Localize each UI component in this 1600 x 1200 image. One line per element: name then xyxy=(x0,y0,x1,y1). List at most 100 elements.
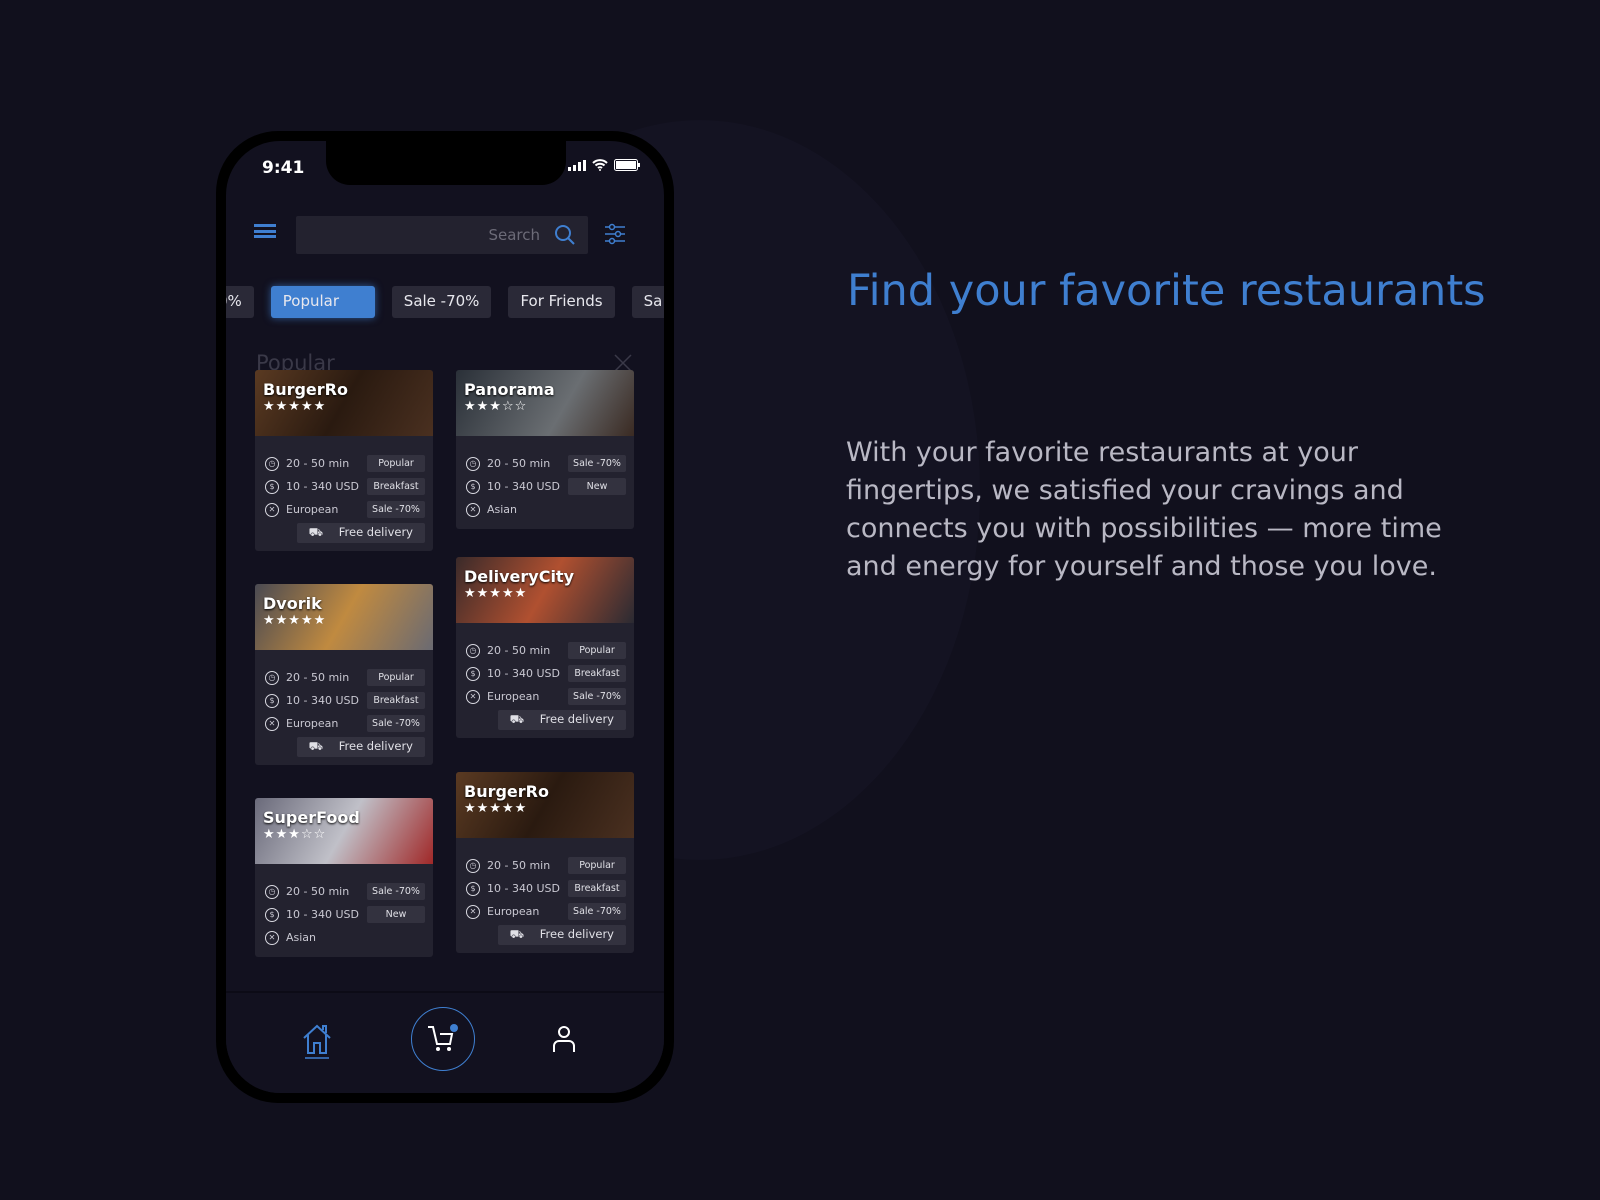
restaurant-name: BurgerRo xyxy=(263,380,348,399)
chip-sale[interactable]: Sale -70% xyxy=(391,286,492,318)
cuisine-text: European xyxy=(487,905,540,918)
tag-badge: Sale -70% xyxy=(568,903,626,920)
signal-icon xyxy=(568,159,586,171)
chip-partial[interactable]: 0% xyxy=(226,286,254,318)
search-input[interactable]: Search xyxy=(296,216,588,254)
info-price: $10 - 340 USD Breakfast xyxy=(265,689,425,712)
hero-title: Find your favorite restaurants xyxy=(847,266,1486,316)
cuisine-text: Asian xyxy=(487,503,518,516)
cuisine-text: European xyxy=(487,690,540,703)
time-text: 20 - 50 min xyxy=(487,859,551,872)
search-icon[interactable] xyxy=(554,224,576,246)
clock-icon: ◷ xyxy=(466,643,480,658)
time-text: 20 - 50 min xyxy=(487,457,551,470)
restaurant-card[interactable]: Panorama ★★★☆☆ ◷ 20 - 50 min Sale -70% $10 - … xyxy=(456,370,634,529)
notch xyxy=(326,141,566,185)
restaurant-card[interactable]: DeliveryCity ★★★★★ ◷ 20 - 50 min Popular $10 … xyxy=(456,557,634,738)
info-time: ◷ 20 - 50 min Popular xyxy=(265,452,425,475)
tag-badge: Breakfast xyxy=(367,478,425,495)
cart-button[interactable] xyxy=(411,1007,475,1071)
menu-icon[interactable] xyxy=(254,224,276,238)
restaurant-name: SuperFood xyxy=(263,808,360,827)
cuisine-text: Asian xyxy=(286,931,317,944)
price-text: 10 - 340 USD xyxy=(286,908,359,921)
chip-partial-right[interactable]: Sa xyxy=(631,286,664,318)
restaurant-card[interactable]: BurgerRo ★★★★★ ◷ 20 - 50 min Popular $10 - 34… xyxy=(456,772,634,953)
hero-description: With your favorite restaurants at your f… xyxy=(846,437,1442,582)
tag-badge: Popular xyxy=(568,857,626,874)
restaurant-image: BurgerRo ★★★★★ xyxy=(456,772,634,838)
info-price: $10 - 340 USD New xyxy=(466,475,626,498)
tag-badge: New xyxy=(367,906,425,923)
cuisine-icon: ✕ xyxy=(265,716,279,731)
restaurant-name: Panorama xyxy=(464,380,555,399)
price-text: 10 - 340 USD xyxy=(286,694,359,707)
price-text: 10 - 340 USD xyxy=(487,882,560,895)
wifi-icon xyxy=(592,159,608,171)
dollar-icon: $ xyxy=(265,479,279,494)
free-delivery-badge: ⛟ Free delivery xyxy=(265,737,425,757)
restaurant-card[interactable]: SuperFood ★★★☆☆ ◷ 20 - 50 min Sale -70% $10 -… xyxy=(255,798,433,957)
user-icon[interactable] xyxy=(552,1025,576,1053)
info-price: $10 - 340 USD Breakfast xyxy=(466,662,626,685)
restaurant-card[interactable]: BurgerRo ★★★★★ ◷ 20 - 50 min Popular $10 - 34… xyxy=(255,370,433,551)
rating-stars: ★★★☆☆ xyxy=(263,827,327,842)
status-icons xyxy=(568,159,640,171)
truck-icon: ⛟ xyxy=(302,737,333,755)
cuisine-icon: ✕ xyxy=(466,689,480,704)
tag-badge: Sale -70% xyxy=(568,455,626,472)
cuisine-icon: ✕ xyxy=(466,502,480,517)
truck-icon: ⛟ xyxy=(503,925,534,943)
chip-for-friends[interactable]: For Friends xyxy=(508,286,615,318)
tag-badge: Sale -70% xyxy=(367,715,425,732)
info-time: ◷ 20 - 50 min Popular xyxy=(466,854,626,877)
dollar-icon: $ xyxy=(466,881,480,896)
info-price: $10 - 340 USD Breakfast xyxy=(265,475,425,498)
dollar-icon: $ xyxy=(265,907,279,922)
clock-icon: ◷ xyxy=(265,456,279,471)
tag-badge: Sale -70% xyxy=(568,688,626,705)
time-text: 20 - 50 min xyxy=(487,644,551,657)
info-cuisine: ✕ European Sale -70% xyxy=(466,900,626,923)
search-placeholder: Search xyxy=(488,226,540,244)
rating-stars: ★★★★★ xyxy=(263,613,327,628)
rating-stars: ★★★★★ xyxy=(464,801,528,816)
cuisine-text: European xyxy=(286,717,339,730)
restaurant-name: DeliveryCity xyxy=(464,567,575,586)
cart-icon xyxy=(428,1024,458,1051)
restaurant-card[interactable]: Dvorik ★★★★★ ◷ 20 - 50 min Popular $10 - 340 … xyxy=(255,584,433,765)
clock-icon: ◷ xyxy=(466,858,480,873)
battery-icon xyxy=(614,159,640,171)
filter-icon[interactable] xyxy=(604,223,626,245)
price-text: 10 - 340 USD xyxy=(487,480,560,493)
chip-popular[interactable]: Popular xyxy=(270,286,375,318)
info-time: ◷ 20 - 50 min Popular xyxy=(265,666,425,689)
tag-badge: Popular xyxy=(367,669,425,686)
home-icon[interactable] xyxy=(302,1023,332,1059)
restaurant-image: DeliveryCity ★★★★★ xyxy=(456,557,634,623)
free-delivery-badge: ⛟ Free delivery xyxy=(466,925,626,945)
info-cuisine: ✕ European Sale -70% xyxy=(466,685,626,708)
tag-badge: Sale -70% xyxy=(367,501,425,518)
tag-badge: Sale -70% xyxy=(367,883,425,900)
info-time: ◷ 20 - 50 min Popular xyxy=(466,639,626,662)
dollar-icon: $ xyxy=(466,666,480,681)
tag-badge: New xyxy=(568,478,626,495)
clock-icon: ◷ xyxy=(265,884,279,899)
clock-icon: ◷ xyxy=(265,670,279,685)
restaurant-name: BurgerRo xyxy=(464,782,549,801)
info-cuisine: ✕ Asian xyxy=(265,926,425,949)
tag-badge: Breakfast xyxy=(568,665,626,682)
cuisine-icon: ✕ xyxy=(466,904,480,919)
dollar-icon: $ xyxy=(466,479,480,494)
free-delivery-badge: ⛟ Free delivery xyxy=(265,523,425,543)
restaurant-image: BurgerRo ★★★★★ xyxy=(255,370,433,436)
info-price: $10 - 340 USD Breakfast xyxy=(466,877,626,900)
time-text: 20 - 50 min xyxy=(286,457,350,470)
restaurant-image: Dvorik ★★★★★ xyxy=(255,584,433,650)
price-text: 10 - 340 USD xyxy=(286,480,359,493)
info-time: ◷ 20 - 50 min Sale -70% xyxy=(466,452,626,475)
tag-badge: Breakfast xyxy=(367,692,425,709)
restaurant-image: Panorama ★★★☆☆ xyxy=(456,370,634,436)
restaurant-name: Dvorik xyxy=(263,594,322,613)
